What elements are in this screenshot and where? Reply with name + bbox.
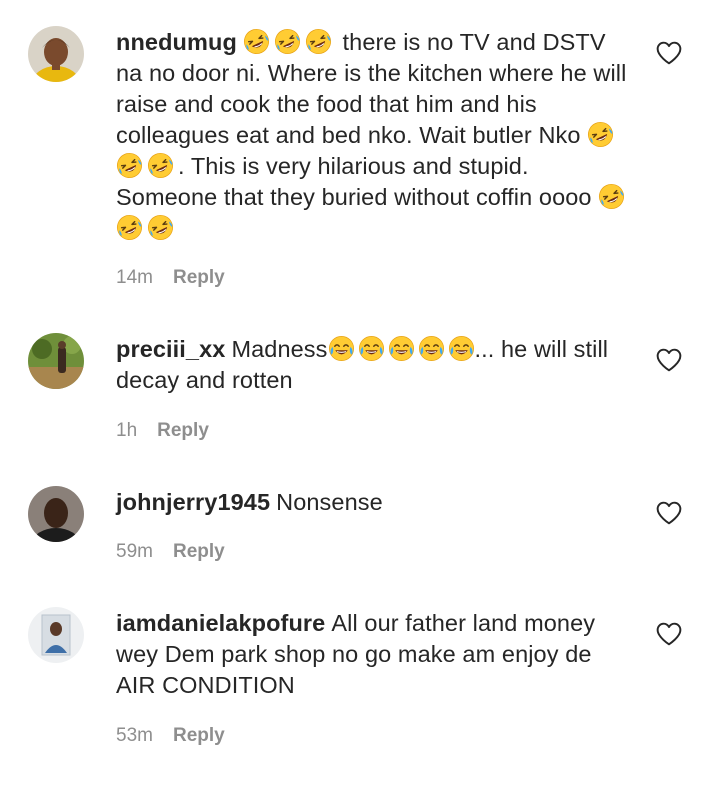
comment-text: iamdanielakpofure All our father land mon… xyxy=(116,608,636,701)
rofl-emoji-icon xyxy=(305,28,332,55)
joy-emoji-icon xyxy=(448,335,475,362)
comment-timestamp: 53m xyxy=(116,725,153,746)
like-heart-icon[interactable] xyxy=(656,622,682,646)
like-heart-icon[interactable] xyxy=(656,41,682,65)
comment-text: preciii_xx Madness... he will still decay… xyxy=(116,334,636,396)
comment-body: Nonsense xyxy=(276,489,383,515)
avatar[interactable] xyxy=(28,333,84,389)
rofl-emoji-icon xyxy=(274,28,301,55)
comment-timestamp: 59m xyxy=(116,541,153,562)
comment-username[interactable]: nnedumug xyxy=(116,29,237,55)
rofl-emoji-icon xyxy=(116,152,143,179)
avatar[interactable] xyxy=(28,486,84,542)
joy-emoji-icon xyxy=(418,335,445,362)
comment-meta: 1h Reply xyxy=(116,420,209,442)
joy-emoji-icon xyxy=(388,335,415,362)
comment-text: johnjerry1945 Nonsense xyxy=(116,487,636,518)
comment-meta: 14m Reply xyxy=(116,267,225,289)
comment-meta: 59m Reply xyxy=(116,541,225,563)
joy-emoji-icon xyxy=(328,335,355,362)
comment-body: Madness xyxy=(231,336,328,362)
reply-button[interactable]: Reply xyxy=(157,420,209,441)
comment-username[interactable]: preciii_xx xyxy=(116,336,225,362)
rofl-emoji-icon xyxy=(587,121,614,148)
like-heart-icon[interactable] xyxy=(656,501,682,525)
comment-username[interactable]: iamdanielakpofure xyxy=(116,610,325,636)
rofl-emoji-icon xyxy=(243,28,270,55)
avatar[interactable] xyxy=(28,26,84,82)
reply-button[interactable]: Reply xyxy=(173,267,225,288)
avatar[interactable] xyxy=(28,607,84,663)
rofl-emoji-icon xyxy=(598,183,625,210)
reply-button[interactable]: Reply xyxy=(173,725,225,746)
comment-timestamp: 14m xyxy=(116,267,153,288)
reply-button[interactable]: Reply xyxy=(173,541,225,562)
comment-timestamp: 1h xyxy=(116,420,138,441)
comment-body: . This is very hilarious and stupid. Som… xyxy=(116,153,599,210)
rofl-emoji-icon xyxy=(147,152,174,179)
comment-meta: 53m Reply xyxy=(116,725,225,747)
comment-text: nnedumug there is no TV and DSTV na no d… xyxy=(116,27,636,244)
joy-emoji-icon xyxy=(358,335,385,362)
rofl-emoji-icon xyxy=(116,214,143,241)
rofl-emoji-icon xyxy=(147,214,174,241)
comment-username[interactable]: johnjerry1945 xyxy=(116,489,270,515)
like-heart-icon[interactable] xyxy=(656,348,682,372)
